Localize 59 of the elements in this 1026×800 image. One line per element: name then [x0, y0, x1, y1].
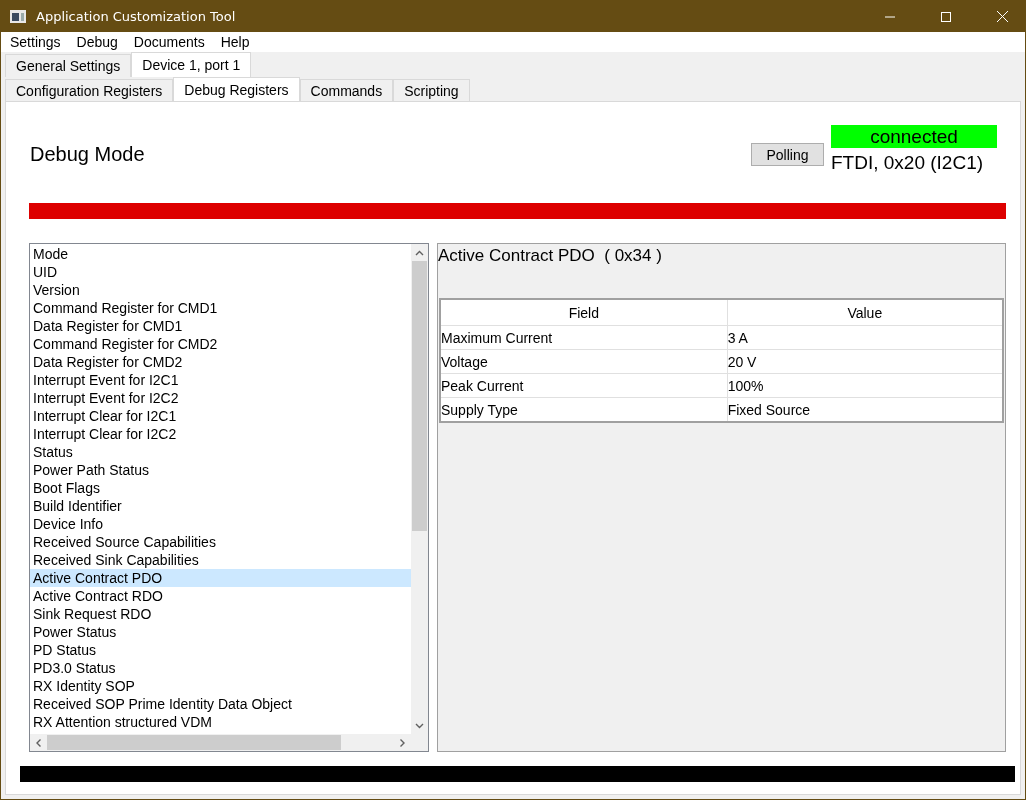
tab[interactable]: Configuration Registers	[5, 79, 174, 101]
tab[interactable]: Device 1, port 1	[131, 52, 252, 77]
table-cell: Maximum Current	[440, 325, 728, 350]
maximize-icon	[941, 11, 951, 22]
tab[interactable]: General Settings	[5, 54, 132, 77]
tab[interactable]: Commands	[299, 79, 394, 101]
register-title: Active Contract PDO ( 0x34 )	[438, 245, 663, 267]
list-item[interactable]: Mode	[30, 245, 411, 263]
menu-item[interactable]: Settings	[10, 34, 61, 50]
list-item[interactable]: UID	[30, 263, 411, 281]
list-item[interactable]: Interrupt Clear for I2C1	[30, 407, 411, 425]
table-cell: Peak Current	[440, 373, 728, 398]
list-item[interactable]: RX Attention structured VDM	[30, 713, 411, 731]
list-item[interactable]: Command Register for CMD2	[30, 335, 411, 353]
column-header: Value	[727, 299, 1003, 326]
list-item[interactable]: Version	[30, 281, 411, 299]
list-item[interactable]: Sink Request RDO	[30, 605, 411, 623]
window-title: Application Customization Tool	[36, 9, 237, 24]
list-item[interactable]: Received SOP Prime Identity Data Object	[30, 695, 411, 713]
list-item[interactable]: Interrupt Event for I2C2	[30, 389, 411, 407]
scroll-down-icon[interactable]	[415, 722, 424, 729]
tab[interactable]: Debug Registers	[173, 77, 300, 101]
list-item[interactable]: Status	[30, 443, 411, 461]
list-item[interactable]: Power Status	[30, 623, 411, 641]
list-item[interactable]: Command Register for CMD1	[30, 299, 411, 317]
horizontal-scrollbar[interactable]	[30, 734, 411, 751]
table-cell: Supply Type	[440, 397, 728, 422]
scroll-right-icon[interactable]	[399, 738, 406, 747]
polling-button[interactable]: Polling	[751, 143, 824, 166]
list-item[interactable]: Received Source Capabilities	[30, 533, 411, 551]
scroll-left-icon[interactable]	[35, 738, 42, 747]
column-header: Field	[440, 299, 728, 326]
list-item[interactable]: Data Register for CMD2	[30, 353, 411, 371]
list-item[interactable]: PD3.0 Status	[30, 659, 411, 677]
list-item[interactable]: Build Identifier	[30, 497, 411, 515]
menu-item[interactable]: Documents	[133, 34, 205, 50]
list-item[interactable]: Power Path Status	[30, 461, 411, 479]
list-item[interactable]: Interrupt Clear for I2C2	[30, 425, 411, 443]
menu-item[interactable]: Help	[220, 34, 250, 50]
list-item[interactable]: PD Status	[30, 641, 411, 659]
list-item[interactable]: Active Contract PDO	[30, 569, 411, 587]
connection-status: connected	[831, 125, 997, 148]
list-item[interactable]: Boot Flags	[30, 479, 411, 497]
page-title: Debug Mode	[30, 142, 146, 166]
list-item[interactable]: Active Contract RDO	[30, 587, 411, 605]
vertical-scrollbar[interactable]	[411, 244, 428, 734]
app-icon	[10, 10, 26, 23]
connection-label: FTDI, 0x20 (I2C1)	[831, 152, 985, 174]
list-item[interactable]: Received Sink Capabilities	[30, 551, 411, 569]
tab[interactable]: Scripting	[393, 79, 470, 101]
list-item[interactable]: Device Info	[30, 515, 411, 533]
table-cell: 3 A	[727, 325, 1003, 350]
close-icon	[996, 11, 1008, 22]
table-cell: Voltage	[440, 349, 728, 374]
scroll-up-icon[interactable]	[415, 249, 424, 256]
list-item[interactable]: Data Register for CMD1	[30, 317, 411, 335]
list-item[interactable]: RX Identity SOP	[30, 677, 411, 695]
menu-item[interactable]: Debug	[76, 34, 118, 50]
list-item[interactable]: Interrupt Event for I2C1	[30, 371, 411, 389]
